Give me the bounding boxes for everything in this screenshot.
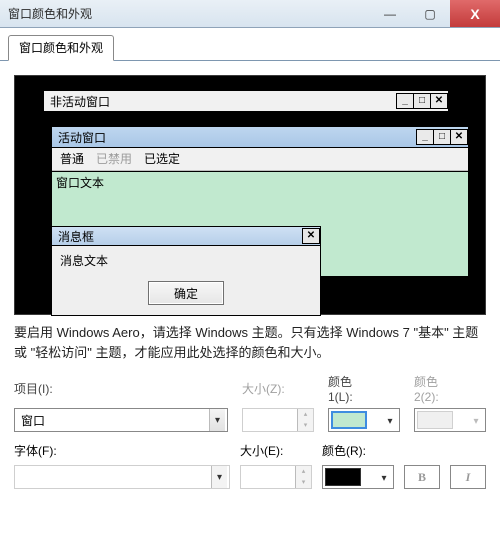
- max-icon: □: [413, 93, 431, 109]
- min-icon: _: [396, 93, 414, 109]
- min-icon: _: [416, 129, 434, 145]
- preview-active-title: 活动窗口: [58, 129, 106, 146]
- item-combo-value: 窗口: [21, 412, 45, 429]
- close-button[interactable]: X: [450, 0, 500, 27]
- chevron-down-icon: [469, 413, 483, 427]
- label-font: 字体(F):: [14, 442, 230, 459]
- bold-toggle[interactable]: B: [404, 465, 440, 489]
- preview-inactive-title: 非活动窗口: [50, 93, 110, 110]
- size-e-spinner: ▴▾: [240, 465, 312, 489]
- italic-toggle[interactable]: I: [450, 465, 486, 489]
- preview-messagebox-text: 消息文本: [58, 252, 314, 273]
- preview-messagebox: 消息框 ✕ 消息文本 确定: [51, 226, 321, 316]
- color1-button[interactable]: [328, 408, 400, 432]
- close-icon: ✕: [302, 228, 320, 244]
- spinner-arrows-icon: ▴▾: [297, 409, 313, 431]
- preview-inactive-controls: _ □ ✕: [397, 93, 448, 109]
- chevron-down-icon: [377, 470, 391, 484]
- close-icon: ✕: [430, 93, 448, 109]
- chevron-down-icon: [383, 413, 397, 427]
- item-combo[interactable]: 窗口: [14, 408, 228, 432]
- instruction-text: 要启用 Windows Aero，请选择 Windows 主题。只有选择 Win…: [14, 315, 486, 373]
- tab-appearance[interactable]: 窗口颜色和外观: [8, 35, 114, 61]
- spinner-arrows-icon: ▴▾: [295, 466, 311, 488]
- preview-active-titlebar: 活动窗口 _ □ ✕: [51, 126, 469, 148]
- label-size: 大小(Z):: [242, 380, 314, 397]
- minimize-button[interactable]: —: [370, 0, 410, 27]
- preview-stage: 非活动窗口 _ □ ✕ 活动窗口 _ □ ✕ 普通: [14, 75, 486, 315]
- preview-window-text: 窗口文本: [56, 176, 104, 190]
- preview-inactive-titlebar: 非活动窗口 _ □ ✕: [43, 90, 449, 112]
- controls-row2-labels: 字体(F): 大小(E): 颜色(R):: [14, 442, 486, 459]
- menu-normal: 普通: [60, 150, 84, 167]
- titlebar: 窗口颜色和外观 — ▢ X: [0, 0, 500, 28]
- window-controls: — ▢ X: [370, 0, 500, 27]
- preview-messagebox-title: 消息框: [58, 228, 94, 245]
- color2-swatch: [417, 411, 453, 429]
- chevron-down-icon: [209, 409, 225, 431]
- label-size-e: 大小(E):: [240, 442, 312, 459]
- max-icon: □: [433, 129, 451, 145]
- color-r-button[interactable]: [322, 465, 394, 489]
- chevron-down-icon: [211, 466, 227, 488]
- window-title: 窗口颜色和外观: [8, 5, 92, 22]
- menu-disabled: 已禁用: [96, 150, 132, 167]
- close-icon: ✕: [450, 129, 468, 145]
- color2-button: [414, 408, 486, 432]
- label-color1: 颜色 1(L):: [328, 373, 400, 404]
- preview-messagebox-controls: ✕: [303, 228, 320, 244]
- font-combo: [14, 465, 230, 489]
- preview-active-controls: _ □ ✕: [417, 129, 468, 145]
- color-r-swatch: [325, 468, 361, 486]
- label-color-r: 颜色(R):: [322, 442, 486, 459]
- preview-messagebox-body: 消息文本 确定: [51, 246, 321, 316]
- preview-messagebox-titlebar: 消息框 ✕: [51, 226, 321, 246]
- panel: 非活动窗口 _ □ ✕ 活动窗口 _ □ ✕ 普通: [0, 61, 500, 493]
- preview-ok-button: 确定: [148, 281, 224, 305]
- maximize-button[interactable]: ▢: [410, 0, 450, 27]
- label-color2: 颜色 2(2):: [414, 373, 486, 404]
- controls-row1: 窗口 ▴▾: [14, 408, 486, 432]
- controls-row2: ▴▾ B I: [14, 465, 486, 489]
- size-spinner: ▴▾: [242, 408, 314, 432]
- tabstrip: 窗口颜色和外观: [0, 28, 500, 61]
- color1-swatch: [331, 411, 367, 429]
- ok-label: 确定: [174, 285, 198, 302]
- label-item: 项目(I):: [14, 380, 228, 397]
- controls-row1-labels: 项目(I): 大小(Z): 颜色 1(L): 颜色 2(2):: [14, 373, 486, 404]
- menu-selected: 已选定: [144, 150, 180, 167]
- preview-menubar: 普通 已禁用 已选定: [52, 148, 468, 171]
